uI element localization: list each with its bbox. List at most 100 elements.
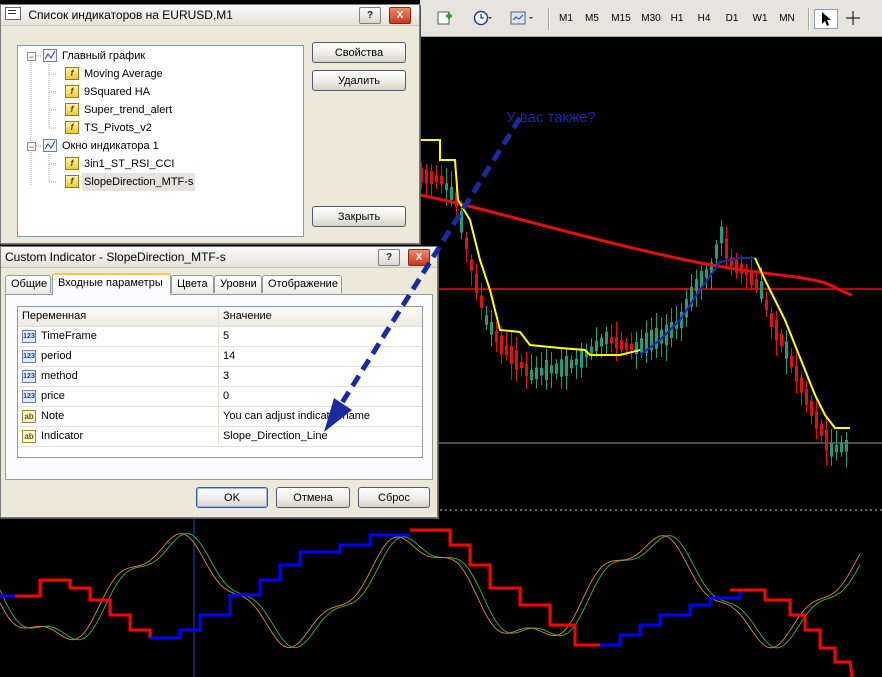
timeframe-h1[interactable]: H1 [665,11,689,27]
candle-body [775,319,778,341]
custom-indicator-titlebar[interactable]: Custom Indicator - SlopeDirection_MTF-s … [1,247,437,268]
close-button[interactable]: Закрыть [312,206,406,227]
candle-body [480,295,483,308]
help-button[interactable]: ? [378,249,400,266]
tree-item-label: Super_trend_alert [84,104,173,116]
slope-down-line [730,588,854,677]
candle-body [770,313,773,327]
candle-body [435,175,438,183]
indicators-window-icon [5,7,21,20]
timeframe-m30[interactable]: M30 [636,11,666,27]
candle-body [515,350,518,370]
indicators-list-titlebar[interactable]: Список индикаторов на EURUSD,M1 ? X [1,5,419,26]
indicator-f-icon: f [65,103,79,116]
moving-average-line [419,193,853,297]
candle-body [555,363,558,374]
parameter-name: price [41,390,65,402]
parameter-value[interactable]: You can adjust indicator name [218,407,370,427]
indicator-f-icon: f [65,175,79,188]
tab-input-parameters[interactable]: Входные параметры [52,273,171,295]
template-icon[interactable] [508,9,538,27]
candle-body [785,341,788,359]
close-window-button[interactable]: X [389,7,411,24]
candle-body [810,400,813,416]
candle-body [525,363,528,377]
parameter-value[interactable]: Slope_Direction_Line [218,427,328,447]
candle-body [450,186,453,200]
properties-button[interactable]: Свойства [312,42,406,63]
candle-body [755,279,758,289]
parameter-value[interactable]: 14 [218,347,235,367]
candle-body [475,273,478,294]
cursor-icon[interactable] [814,9,838,29]
parameter-row[interactable]: ab Indicator Slope_Direction_Line [18,427,422,447]
collapse-toggle[interactable]: − [27,52,36,62]
parameter-name: Indicator [41,430,84,442]
timeframe-m15[interactable]: M15 [607,11,635,27]
parameter-row[interactable]: 123 period 14 [18,347,422,367]
indicators-list-window: Список индикаторов на EURUSD,M1 ? X − − … [0,4,420,244]
indicators-window-title: Список индикаторов на EURUSD,M1 [28,8,233,22]
slope-up-line [600,588,765,647]
parameter-value[interactable]: 0 [218,387,229,407]
clock-icon[interactable] [470,9,496,27]
candle-body [820,423,823,437]
close-dialog-button[interactable]: X [408,249,430,266]
candle-body [485,315,488,325]
parameter-name: TimeFrame [41,330,97,342]
input-parameters-panel: Переменная Значение 123 TimeFrame 5 123 pe… [5,294,433,480]
reset-button[interactable]: Сброс [358,487,430,508]
tab-display[interactable]: Отображение [262,275,342,293]
tree-item-label: 3in1_ST_RSI_CCI [84,158,175,170]
tab-colors[interactable]: Цвета [171,275,214,293]
timeframe-d1[interactable]: D1 [720,11,744,27]
indicators-tree[interactable]: − − Главный график f Moving Average f 9S… [17,45,304,237]
candle-body [460,210,463,233]
candle-body [715,244,718,259]
timeframe-w1[interactable]: W1 [748,11,772,27]
parameter-row[interactable]: 123 price 0 [18,387,422,407]
candle-body [725,238,728,259]
tab-general[interactable]: Общие [5,275,51,293]
column-header-variable[interactable]: Переменная [22,307,86,327]
candle-body [535,367,538,380]
string-type-icon: ab [22,430,36,443]
parameter-row[interactable]: 123 TimeFrame 5 [18,327,422,347]
numeric-type-icon: 123 [22,390,36,403]
slope-up-line [150,533,410,640]
chart-window-icon [43,139,57,152]
string-type-icon: ab [22,410,36,423]
candle-body [615,336,618,349]
tab-levels[interactable]: Уровни [214,275,262,293]
timeframe-mn[interactable]: MN [774,11,800,27]
parameters-grid[interactable]: Переменная Значение 123 TimeFrame 5 123 pe… [17,306,423,458]
column-header-value[interactable]: Значение [218,307,272,327]
tree-item-label: SlopeDirection_MTF-s [82,173,196,191]
help-button[interactable]: ? [359,7,381,24]
custom-indicator-dialog: Custom Indicator - SlopeDirection_MTF-s … [0,246,438,518]
numeric-type-icon: 123 [22,350,36,363]
new-chart-icon[interactable] [434,9,460,27]
cancel-button[interactable]: Отмена [276,487,350,508]
candle-body [845,440,848,452]
parameter-row[interactable]: 123 method 3 [18,367,422,387]
candle-body [830,443,833,457]
collapse-toggle[interactable]: − [27,142,36,152]
crosshair-icon[interactable] [842,9,864,27]
parameter-value[interactable]: 5 [218,327,229,347]
candle-body [565,356,568,376]
parameter-row[interactable]: ab Note You can adjust indicator name [18,407,422,427]
indicator-f-icon: f [65,67,79,80]
candle-body [655,327,658,350]
parameter-value[interactable]: 3 [218,367,229,387]
candle-body [575,358,578,366]
candle-body [695,279,698,291]
ok-button[interactable]: OK [196,487,268,508]
timeframe-m5[interactable]: M5 [580,11,604,27]
slope-down-line [0,578,152,638]
timeframe-h4[interactable]: H4 [692,11,716,27]
timeframe-m1[interactable]: M1 [554,11,578,27]
tree-item-label: TS_Pivots_v2 [84,122,152,134]
delete-button[interactable]: Удалить [312,70,406,91]
candle-body [625,342,628,350]
